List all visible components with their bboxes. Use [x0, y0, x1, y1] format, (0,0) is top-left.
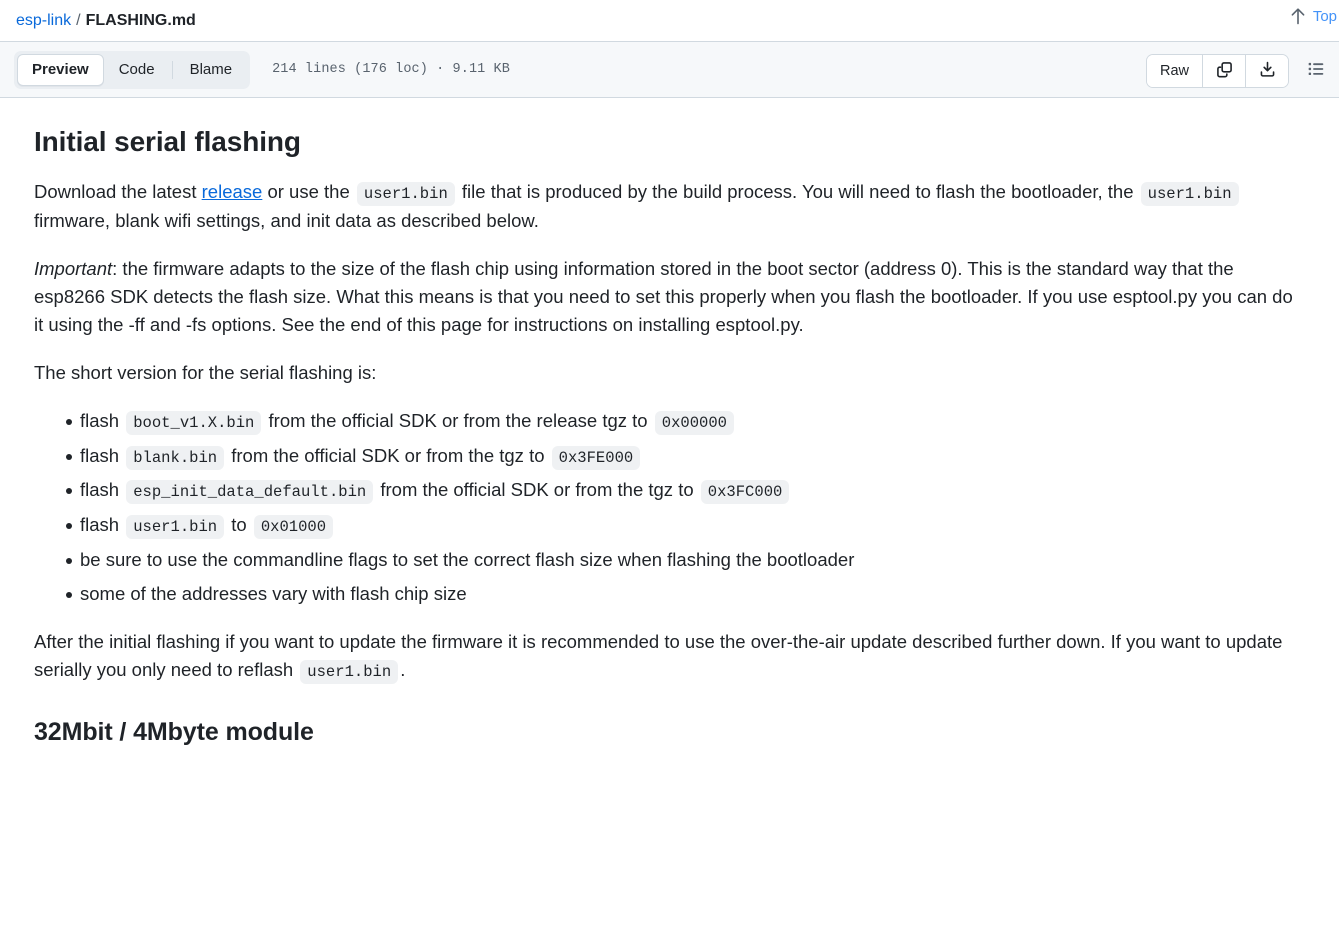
- flashing-steps-list: flash boot_v1.X.bin from the official SD…: [34, 407, 1305, 608]
- file-meta-info: 214 lines (176 loc) · 9.11 KB: [272, 62, 510, 77]
- tab-divider: [171, 60, 173, 79]
- inline-code: 0x3FE000: [551, 445, 641, 470]
- text-segment: from the official SDK or from the tgz to: [226, 444, 550, 466]
- download-icon: [1259, 61, 1276, 81]
- text-segment: flash: [80, 514, 125, 536]
- inline-code: 0x01000: [253, 515, 334, 540]
- list-item: flash blank.bin from the official SDK or…: [66, 442, 1305, 471]
- text-segment: After the initial flashing if you want t…: [34, 630, 1283, 680]
- list-item: flash user1.bin to 0x01000: [66, 511, 1305, 540]
- text-segment: from the official SDK or from the tgz to: [375, 479, 699, 501]
- inline-code: user1.bin: [1140, 182, 1239, 206]
- text-segment: .: [400, 659, 406, 680]
- text-segment: from the official SDK or from the releas…: [263, 410, 653, 432]
- paragraph-short-version: The short version for the serial flashin…: [34, 362, 377, 384]
- paragraph-after-flashing: After the initial flashing if you want t…: [34, 628, 1305, 685]
- text-segment: : the firmware adapts to the size of the…: [34, 257, 1293, 335]
- text-segment: Download the latest: [34, 181, 202, 202]
- inline-code: user1.bin: [356, 182, 455, 206]
- release-link[interactable]: release: [202, 181, 263, 202]
- heading-32mbit-module: 32Mbit / 4Mbyte module: [34, 717, 314, 746]
- raw-button[interactable]: Raw: [1146, 54, 1202, 87]
- text-segment: firmware, blank wifi settings, and init …: [34, 209, 539, 231]
- text-segment: file that is produced by the build proce…: [456, 181, 1139, 202]
- file-toolbar: Preview Code Blame 214 lines (176 loc) ·…: [0, 41, 1339, 98]
- copy-icon-button[interactable]: [1202, 54, 1245, 87]
- outline-list-icon: [1307, 60, 1325, 81]
- view-mode-tabs: Preview Code Blame: [14, 50, 251, 89]
- copy-icon: [1216, 61, 1233, 81]
- text-segment: flash: [80, 479, 125, 501]
- text-segment: be sure to use the commandline flags to …: [80, 548, 855, 570]
- markdown-body: Initial serial flashing Download the lat…: [0, 98, 1339, 748]
- file-header: esp-link / FLASHING.md Top: [0, 0, 1339, 41]
- back-to-top-link[interactable]: Top: [1290, 7, 1339, 25]
- back-to-top-label: Top: [1312, 7, 1337, 25]
- list-item: flash esp_init_data_default.bin from the…: [66, 476, 1305, 505]
- toolbar-actions: Raw: [1145, 42, 1331, 99]
- list-item: be sure to use the commandline flags to …: [66, 546, 1305, 574]
- text-segment: flash: [80, 410, 125, 432]
- inline-code: 0x3FC000: [700, 480, 790, 505]
- tab-code[interactable]: Code: [104, 54, 170, 86]
- inline-code: blank.bin: [126, 445, 225, 470]
- file-action-button-group: Raw: [1145, 53, 1289, 88]
- text-segment: to: [226, 514, 252, 536]
- emphasis-important: Important: [34, 257, 113, 279]
- inline-code: esp_init_data_default.bin: [126, 480, 374, 505]
- breadcrumb: esp-link / FLASHING.md: [16, 11, 196, 29]
- breadcrumb-repo-link[interactable]: esp-link: [16, 12, 71, 29]
- heading-initial-serial-flashing: Initial serial flashing: [34, 126, 301, 157]
- text-segment: flash: [80, 444, 125, 466]
- download-icon-button[interactable]: [1245, 54, 1288, 87]
- breadcrumb-separator: /: [76, 11, 81, 29]
- breadcrumb-file-name: FLASHING.md: [85, 11, 196, 29]
- outline-list-icon-button[interactable]: [1301, 56, 1331, 86]
- inline-code: user1.bin: [300, 660, 399, 684]
- inline-code: boot_v1.X.bin: [126, 411, 262, 436]
- text-segment: or use the: [262, 181, 355, 202]
- tab-blame[interactable]: Blame: [175, 54, 248, 86]
- list-item: some of the addresses vary with flash ch…: [66, 580, 1305, 608]
- paragraph-download: Download the latest release or use the u…: [34, 178, 1305, 235]
- paragraph-important: Important: the firmware adapts to the si…: [34, 255, 1305, 339]
- inline-code: user1.bin: [126, 515, 225, 540]
- inline-code: 0x00000: [654, 411, 734, 436]
- text-segment: some of the addresses vary with flash ch…: [80, 582, 467, 604]
- tab-preview[interactable]: Preview: [17, 53, 104, 86]
- list-item: flash boot_v1.X.bin from the official SD…: [66, 407, 1305, 436]
- arrow-up-icon: [1290, 7, 1306, 25]
